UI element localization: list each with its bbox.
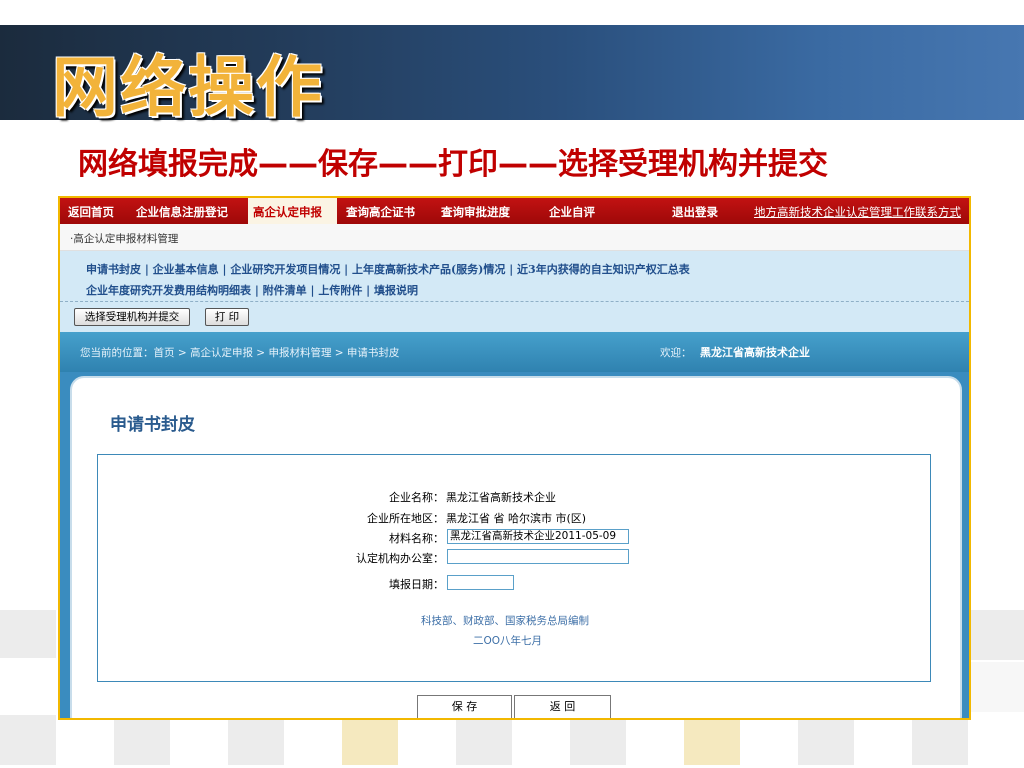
- date-input[interactable]: [447, 575, 514, 590]
- save-button[interactable]: 保 存: [417, 695, 512, 718]
- compiled-by: 科技部、财政部、国家税务总局编制: [421, 615, 589, 627]
- sub-nav-row-1[interactable]: 申请书封皮 | 企业基本信息 | 企业研究开发项目情况 | 上年度高新技术产品(…: [86, 261, 690, 277]
- company-name-value: 黑龙江省高新技术企业: [446, 491, 556, 504]
- contact-link[interactable]: 地方高新技术企业认定管理工作联系方式: [754, 204, 961, 220]
- material-input[interactable]: 黑龙江省高新技术企业2011-05-09: [447, 529, 629, 544]
- slide-subtitle: 网络填报完成——保存——打印——选择受理机构并提交: [78, 147, 828, 182]
- welcome-label: 欢迎：: [660, 347, 692, 359]
- nav-query-progress[interactable]: 查询审批进度: [441, 204, 510, 220]
- office-label: 认定机构办公室：: [356, 552, 444, 565]
- select-submit-button[interactable]: 选择受理机构并提交: [74, 308, 190, 326]
- compiled-date: 二OO八年七月: [473, 635, 543, 647]
- section-breadcrumb: ·高企认定申报材料管理: [60, 224, 969, 251]
- nav-query-certificate[interactable]: 查询高企证书: [346, 204, 415, 220]
- company-name-label: 企业名称：: [389, 491, 444, 504]
- nav-logout[interactable]: 退出登录: [672, 204, 718, 220]
- nav-self-assess[interactable]: 企业自评: [549, 204, 595, 220]
- region-label: 企业所在地区：: [367, 512, 444, 525]
- location-path: 您当前的位置：首页 > 高企认定申报 > 申报材料管理 > 申请书封皮: [80, 347, 400, 359]
- welcome-company: 黑龙江省高新技术企业: [700, 346, 810, 359]
- screenshot-frame: 返回首页 企业信息注册登记 高企认定申报 查询高企证书 查询审批进度 企业自评 …: [58, 196, 971, 720]
- material-label: 材料名称：: [389, 532, 444, 545]
- nav-active-tab[interactable]: 高企认定申报: [248, 198, 337, 224]
- region-value: 黑龙江省 省 哈尔滨市 市(区): [446, 512, 587, 525]
- nav-register[interactable]: 企业信息注册登记: [136, 204, 228, 220]
- sub-nav: 申请书封皮 | 企业基本信息 | 企业研究开发项目情况 | 上年度高新技术产品(…: [60, 251, 969, 302]
- sub-nav-row-2[interactable]: 企业年度研究开发费用结构明细表 | 附件清单 | 上传附件 | 填报说明: [86, 282, 418, 298]
- cover-form: 企业名称： 黑龙江省高新技术企业 企业所在地区： 黑龙江省 省 哈尔滨市 市(区…: [97, 454, 931, 682]
- slide-title: 网络操作: [52, 49, 324, 126]
- nav-home[interactable]: 返回首页: [68, 204, 114, 220]
- location-bar: 您当前的位置：首页 > 高企认定申报 > 申报材料管理 > 申请书封皮 欢迎： …: [60, 332, 969, 372]
- page-title: 申请书封皮: [110, 415, 195, 435]
- print-button[interactable]: 打 印: [205, 308, 249, 326]
- top-nav: 返回首页 企业信息注册登记 高企认定申报 查询高企证书 查询审批进度 企业自评 …: [60, 198, 969, 224]
- back-button[interactable]: 返 回: [514, 695, 611, 718]
- office-input[interactable]: [447, 549, 629, 564]
- action-bar: 选择受理机构并提交 打 印: [60, 302, 969, 332]
- date-label: 填报日期：: [389, 578, 444, 591]
